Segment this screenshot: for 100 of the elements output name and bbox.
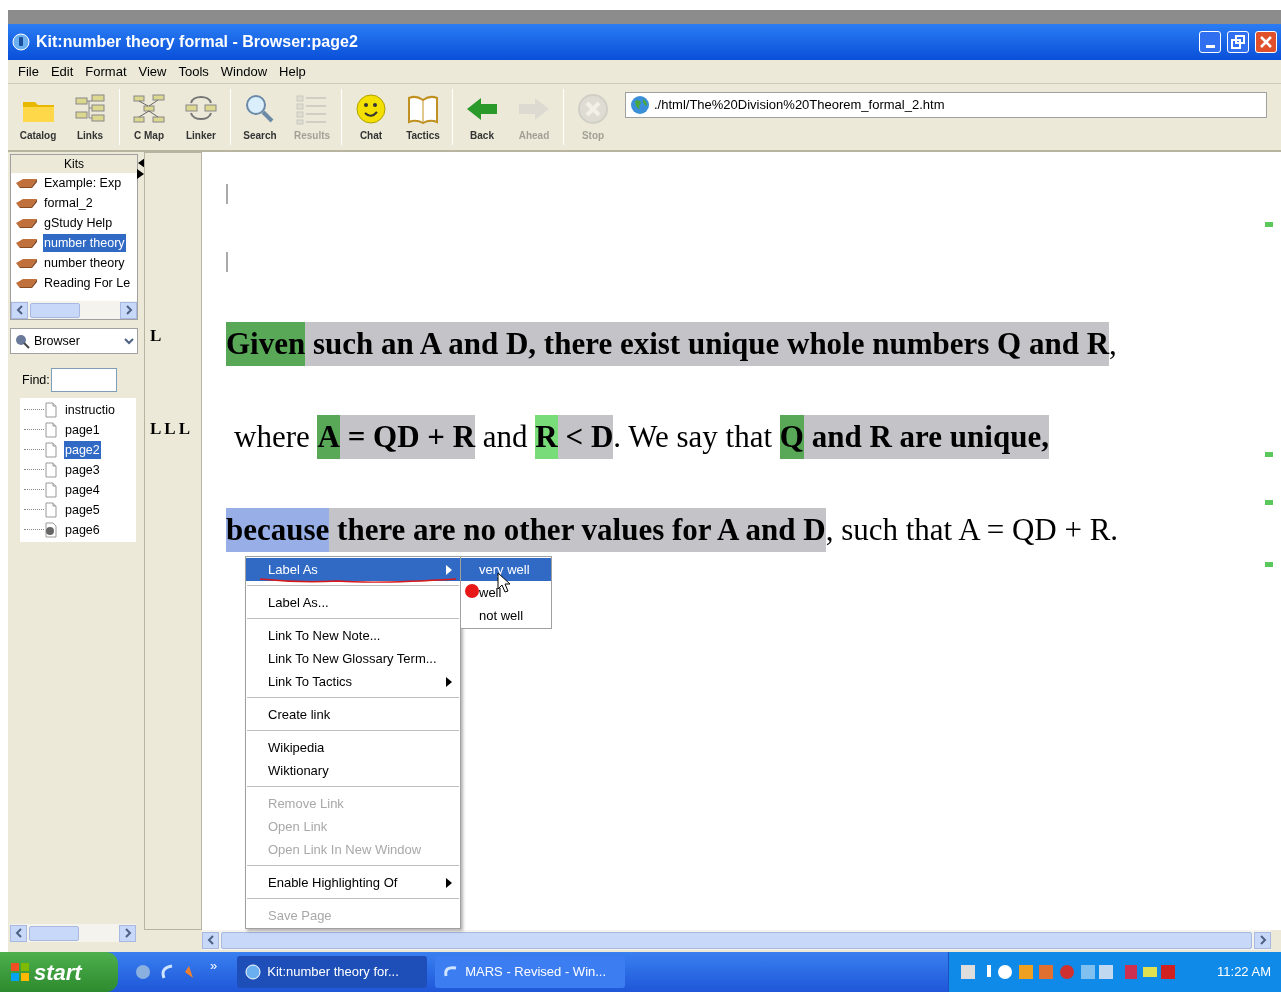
smiley-icon [353, 91, 389, 126]
highlighted-text: Given [226, 322, 306, 366]
highlighted-text: Q [779, 415, 804, 459]
kit-item[interactable]: number theory [43, 233, 126, 253]
minimize-button[interactable] [1199, 31, 1221, 53]
menu-item[interactable]: very well [461, 558, 551, 581]
menu-item[interactable]: Enable Highlighting Of [246, 871, 460, 894]
annotation-mark: LLL [150, 418, 194, 440]
diagram-icon [131, 91, 167, 126]
page-item[interactable]: page3 [64, 460, 101, 480]
overflow-chevron[interactable]: » [210, 956, 218, 976]
caret-icon [124, 336, 134, 346]
highlighted-text: R [535, 415, 558, 459]
window-title: Kit:number theory formal - Browser:page2 [36, 32, 359, 52]
text-run: , [1109, 325, 1117, 363]
address-field[interactable]: ./html/The%20Division%20Theorem_formal_2.htm [625, 92, 1267, 118]
toolbar-button[interactable]: Back [456, 91, 508, 143]
chevron-left-icon [14, 928, 23, 938]
find-label: Find: [22, 371, 50, 389]
scroll-left-button[interactable] [202, 931, 219, 949]
scroll-right-button[interactable] [1254, 931, 1271, 949]
menu-item[interactable]: Link To Tactics [246, 670, 460, 693]
menu-item[interactable]: Label As [246, 558, 460, 581]
scroll-left-button[interactable] [11, 301, 28, 319]
scroll-right-button[interactable] [119, 924, 136, 942]
page-icon [44, 402, 58, 418]
app-icon [245, 964, 262, 980]
kit-item[interactable]: formal_2 [43, 193, 94, 213]
scrollbar[interactable] [10, 924, 136, 942]
toolbar-button[interactable]: Tactics [397, 91, 449, 143]
page-icon [44, 442, 58, 458]
menu-item[interactable]: View [132, 61, 173, 82]
clock: 11:22 AM [1217, 963, 1271, 982]
menu-item[interactable]: File [12, 61, 45, 82]
toolbar-button[interactable]: Chat [345, 91, 397, 143]
change-marker [1265, 452, 1273, 457]
menu-item[interactable]: Format [79, 61, 133, 82]
scrollbar[interactable] [11, 301, 137, 319]
text-run: where [234, 418, 311, 456]
menu-item[interactable]: Label As... [246, 591, 460, 614]
start-button[interactable]: start [0, 952, 118, 992]
box-icon [15, 217, 39, 229]
menu-item[interactable]: Edit [44, 61, 80, 82]
page-item[interactable]: page2 [64, 440, 101, 460]
menu-item[interactable]: not well [461, 604, 551, 627]
windows-logo-icon [10, 962, 30, 982]
close-button[interactable] [1255, 31, 1277, 53]
taskbar-button[interactable]: Kit:number theory for... [237, 956, 428, 988]
panel-title: Kits [11, 155, 137, 173]
kit-item[interactable]: gStudy Help [43, 213, 114, 233]
kit-item[interactable]: number theory [43, 253, 126, 273]
marker-dot-icon [464, 583, 480, 599]
toolbar-button[interactable]: C Map [123, 91, 175, 143]
page-item[interactable]: page6 [64, 520, 101, 540]
page-item[interactable]: page5 [64, 500, 101, 520]
page-item[interactable]: page1 [64, 420, 101, 440]
globe-icon [630, 95, 650, 115]
kit-item[interactable]: Example: Exp [43, 173, 123, 193]
chevron-left-icon [206, 935, 215, 945]
submenu-arrow-icon [446, 564, 452, 575]
menu-item[interactable]: Window [214, 61, 274, 82]
toolbar-button[interactable]: Search [234, 91, 286, 143]
highlighted-text: < D [557, 415, 614, 459]
minimize-icon [1205, 45, 1215, 48]
change-marker [1265, 500, 1273, 505]
annotation-mark: L [150, 325, 165, 347]
box-icon [15, 237, 39, 249]
page-item[interactable]: page4 [64, 480, 101, 500]
menu-item[interactable]: Wikipedia [246, 736, 460, 759]
highlighted-text: there are no other values for A and D [329, 508, 826, 552]
find-field[interactable] [50, 368, 117, 392]
chevron-right-icon [123, 928, 132, 938]
highlighted-text: and R are unique, [804, 415, 1049, 459]
menu-item[interactable]: Link To New Glossary Term... [246, 647, 460, 670]
submenu-arrow-icon [446, 676, 452, 687]
kit-item[interactable]: Reading For Le [43, 273, 132, 293]
page-item[interactable]: instructio [64, 400, 117, 420]
restore-icon [1231, 35, 1245, 49]
menu-item[interactable]: Create link [246, 703, 460, 726]
restore-button[interactable] [1227, 31, 1249, 53]
menu-item[interactable]: Tools [172, 61, 215, 82]
menu-item[interactable]: well [461, 581, 551, 604]
app-icon [12, 33, 30, 51]
taskbar-button[interactable]: MARS - Revised - Win... [435, 956, 626, 988]
highlighted-text: because [226, 508, 330, 552]
toolbar-button[interactable]: Links [64, 91, 116, 143]
toolbar-button[interactable]: Linker [175, 91, 227, 143]
stop-icon [575, 91, 611, 126]
scroll-thumb[interactable] [30, 302, 80, 318]
menu-item[interactable]: Wiktionary [246, 759, 460, 782]
text-run: and [481, 418, 529, 456]
scroll-left-button[interactable] [10, 924, 27, 942]
menu-item[interactable]: Help [273, 61, 312, 82]
box-icon [15, 197, 39, 209]
menu-item[interactable]: Link To New Note... [246, 624, 460, 647]
scroll-thumb[interactable] [29, 925, 79, 941]
toolbar-button[interactable]: Catalog [12, 91, 64, 143]
scroll-right-button[interactable] [120, 301, 137, 319]
box-icon [15, 177, 39, 189]
browser-dropdown[interactable]: Browser [10, 328, 138, 354]
